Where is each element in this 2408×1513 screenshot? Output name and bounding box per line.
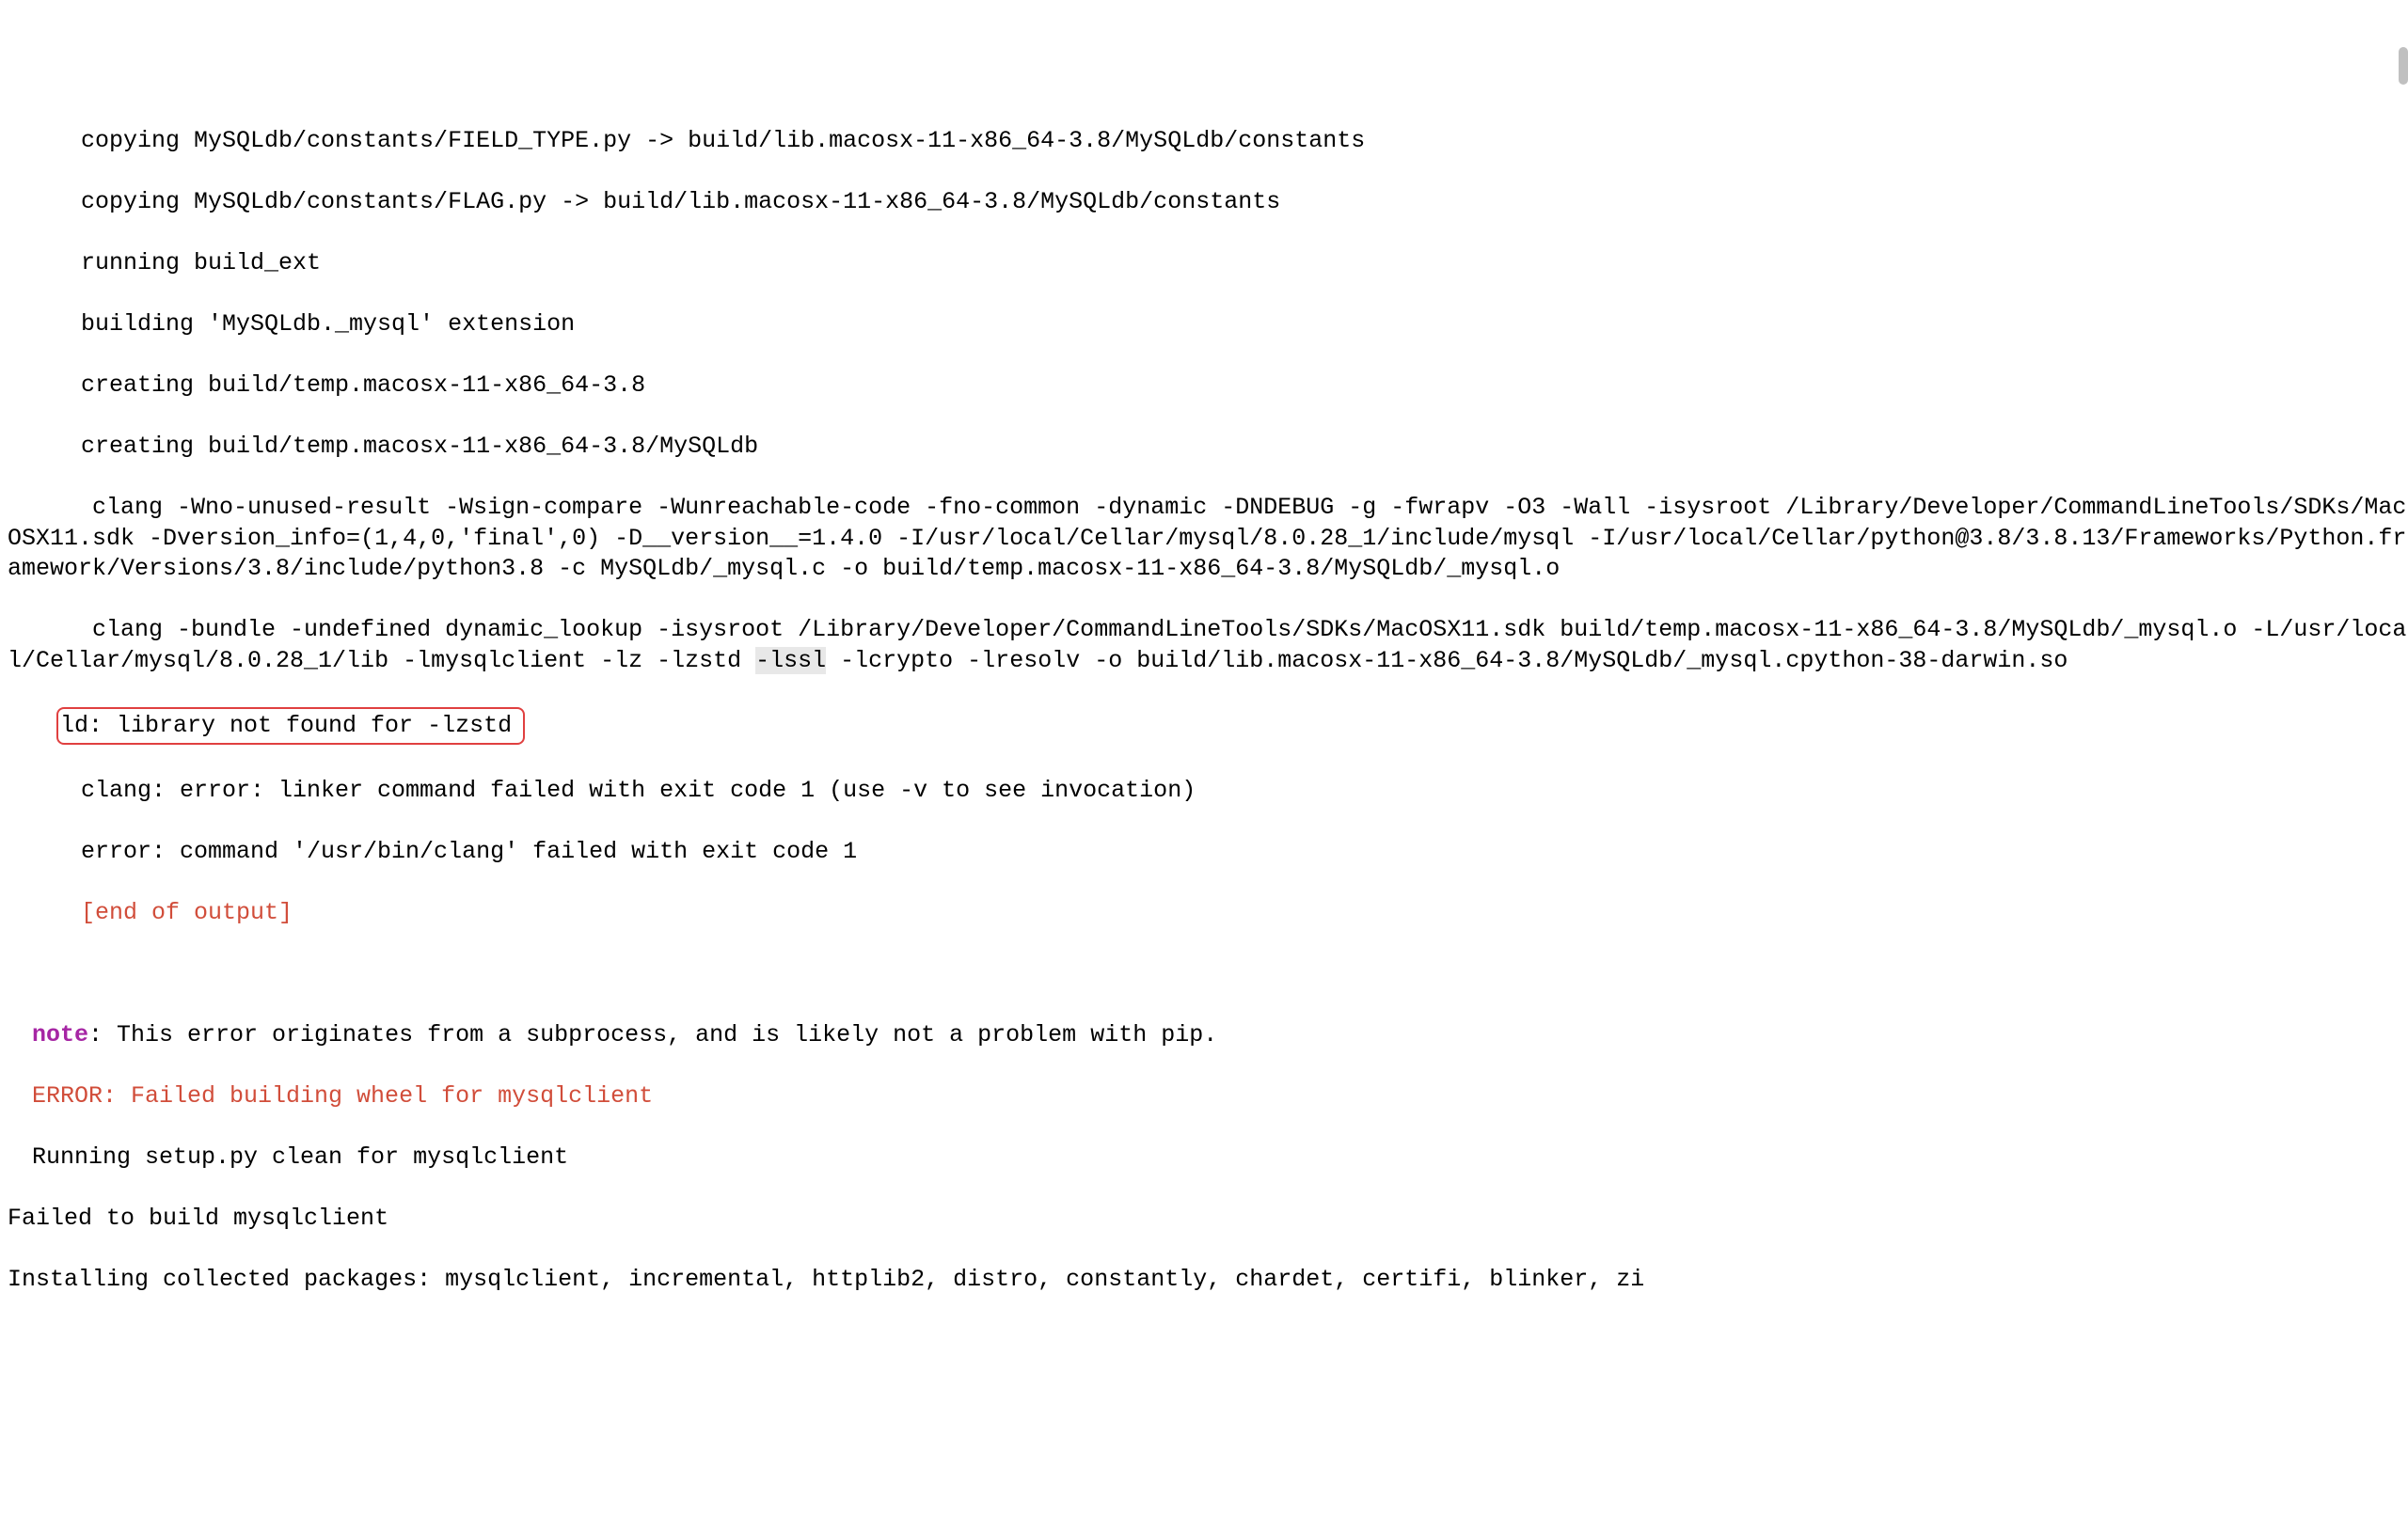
terminal-line: error: command '/usr/bin/clang' failed w… <box>0 837 2408 868</box>
log-text: copying MySQLdb/constants/FLAG.py -> bui… <box>81 188 1280 215</box>
log-text: Failed to build mysqlclient <box>8 1205 388 1232</box>
scrollbar-thumb[interactable] <box>2399 47 2408 85</box>
terminal-line: clang -bundle -undefined dynamic_lookup … <box>0 615 2408 676</box>
end-of-output: [end of output] <box>81 899 293 926</box>
terminal-line: note: This error originates from a subpr… <box>0 1020 2408 1051</box>
log-text: clang: error: linker command failed with… <box>81 777 1196 804</box>
terminal-line: clang -Wno-unused-result -Wsign-compare … <box>0 493 2408 585</box>
note-label: note <box>32 1021 88 1048</box>
terminal-line-error: ERROR: Failed building wheel for mysqlcl… <box>0 1081 2408 1112</box>
terminal-line: Installing collected packages: mysqlclie… <box>0 1265 2408 1296</box>
terminal-line: creating build/temp.macosx-11-x86_64-3.8… <box>0 432 2408 463</box>
log-text: creating build/temp.macosx-11-x86_64-3.8 <box>81 371 645 399</box>
error-text: ERROR: Failed building wheel for mysqlcl… <box>32 1082 653 1110</box>
error-highlight-box: ld: library not found for -lzstd <box>56 707 525 746</box>
log-text: Running setup.py clean for mysqlclient <box>32 1143 568 1171</box>
terminal-line-highlighted: ld: library not found for -lzstd <box>0 707 2408 746</box>
terminal-line: [end of output] <box>0 898 2408 929</box>
log-text: building 'MySQLdb._mysql' extension <box>81 310 575 338</box>
terminal-line: creating build/temp.macosx-11-x86_64-3.8 <box>0 370 2408 402</box>
log-text: ld: library not found for -lzstd <box>60 712 512 739</box>
note-text: : This error originates from a subproces… <box>88 1021 1217 1048</box>
log-text: running build_ext <box>81 249 321 276</box>
terminal-line: Running setup.py clean for mysqlclient <box>0 1143 2408 1174</box>
highlighted-text: -lssl <box>755 647 826 674</box>
terminal-line: Failed to build mysqlclient <box>0 1204 2408 1235</box>
log-text: -lcrypto -lresolv -o build/lib.macosx-11… <box>826 647 2067 674</box>
blank-line <box>0 959 2408 990</box>
log-text: clang -Wno-unused-result -Wsign-compare … <box>8 494 2406 582</box>
log-text: error: command '/usr/bin/clang' failed w… <box>81 838 857 865</box>
log-text: Installing collected packages: mysqlclie… <box>8 1266 1644 1293</box>
terminal-line: copying MySQLdb/constants/FIELD_TYPE.py … <box>0 126 2408 157</box>
terminal-line: building 'MySQLdb._mysql' extension <box>0 309 2408 340</box>
log-text: creating build/temp.macosx-11-x86_64-3.8… <box>81 433 758 460</box>
log-text: copying MySQLdb/constants/FIELD_TYPE.py … <box>81 127 1365 154</box>
terminal-line: copying MySQLdb/constants/FLAG.py -> bui… <box>0 187 2408 218</box>
terminal-line: clang: error: linker command failed with… <box>0 776 2408 807</box>
terminal-line: running build_ext <box>0 248 2408 279</box>
